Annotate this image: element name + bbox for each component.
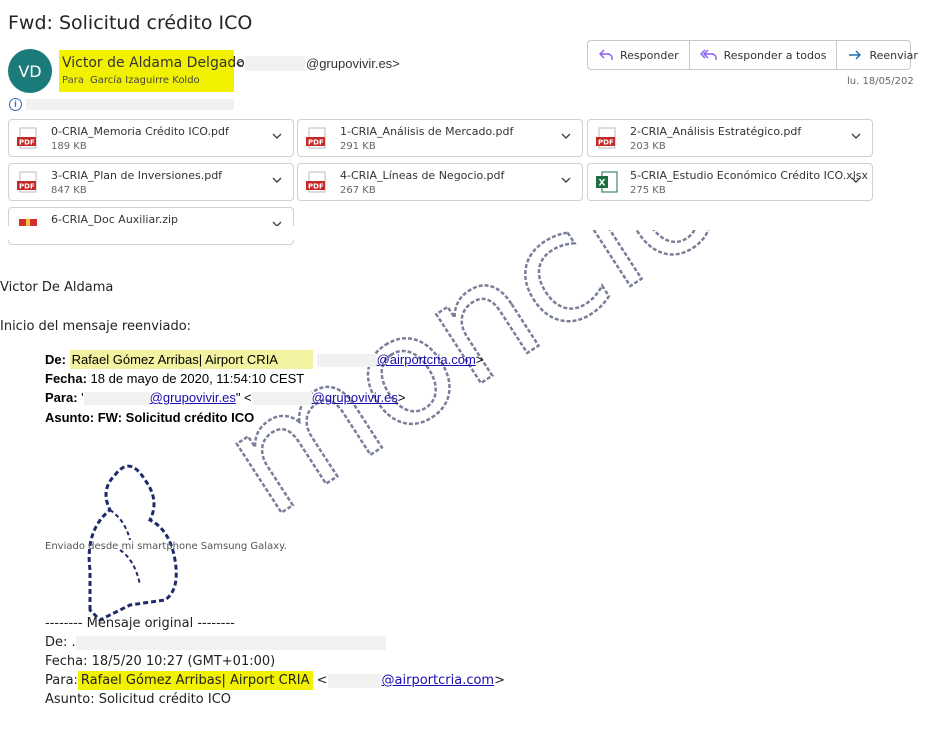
email-subject: Fwd: Solicitud crédito ICO [8, 12, 253, 34]
attachment-size: 291 KB [340, 141, 376, 152]
reply-all-icon [699, 49, 717, 60]
svg-text:PDF: PDF [308, 183, 324, 191]
fwd-to-sep: " < [235, 390, 252, 405]
orig-date-line: Fecha: 18/5/20 10:27 (GMT+01:00) [45, 654, 276, 669]
fwd-from-name: Rafael Gómez Arribas| Airport CRIA [69, 350, 313, 369]
attachment-name: 3-CRIA_Plan de Inversiones.pdf [51, 169, 223, 182]
received-date: lu. 18/05/202 [847, 76, 914, 87]
attachment-size: 275 KB [630, 185, 666, 196]
sender-email-open: < [236, 56, 244, 71]
orig-from-line: De: . [45, 635, 386, 650]
attachment-name: 4-CRIA_Líneas de Negocio.pdf [340, 169, 505, 182]
orig-to-name: Rafael Gómez Arribas| Airport CRIA [77, 671, 313, 690]
fwd-date-line: Fecha: 18 de mayo de 2020, 11:54:10 CEST [45, 371, 304, 386]
fwd-date-value: 18 de mayo de 2020, 11:54:10 CEST [90, 371, 305, 386]
fwd-subject-value: FW: Solicitud crédito ICO [97, 410, 255, 425]
attachment-name: 0-CRIA_Memoria Crédito ICO.pdf [51, 125, 229, 138]
attachment-card[interactable]: PDF 1-CRIA_Análisis de Mercado.pdf 291 K… [297, 119, 583, 157]
pdf-icon: PDF [596, 127, 616, 149]
attachment-name: 6-CRIA_Doc Auxiliar.zip [51, 213, 179, 226]
greeting: Victor De Aldama [0, 280, 114, 295]
fwd-to-label: Para: [45, 390, 78, 405]
chevron-down-icon[interactable] [850, 174, 862, 186]
fwd-from-email[interactable]: @airportcria.com [377, 352, 476, 367]
svg-text:PDF: PDF [19, 139, 35, 147]
fwd-from-line: De: Rafael Gómez Arribas| Airport CRIA @… [45, 350, 484, 369]
orig-from-label: De: [45, 635, 68, 650]
info-icon[interactable]: i [9, 98, 22, 111]
fwd-to-line: Para: ' @grupovivir.es" < @grupovivir.es> [45, 390, 406, 406]
pdf-icon: PDF [17, 127, 37, 149]
reply-icon [599, 49, 613, 60]
attachment-card[interactable]: PDF 2-CRIA_Análisis Estratégico.pdf 203 … [587, 119, 873, 157]
chevron-down-icon[interactable] [850, 130, 862, 142]
attachment-name: 1-CRIA_Análisis de Mercado.pdf [340, 125, 514, 138]
redaction [251, 392, 312, 406]
reply-label: Responder [620, 48, 679, 62]
attachment-card[interactable]: X 5-CRIA_Estudio Económico Crédito ICO.x… [587, 163, 873, 201]
orig-subject-line: Asunto: Solicitud crédito ICO [45, 692, 232, 707]
forward-label: Reenviar [869, 48, 918, 62]
attachment-card[interactable]: PDF 4-CRIA_Líneas de Negocio.pdf 267 KB [297, 163, 583, 201]
redaction [245, 56, 305, 71]
fwd-to-email-2[interactable]: @grupovivir.es [312, 390, 398, 405]
attachment-card[interactable]: PDF 3-CRIA_Plan de Inversiones.pdf 847 K… [8, 163, 294, 201]
pdf-icon: PDF [306, 127, 326, 149]
attachment-size: 189 KB [51, 141, 87, 152]
attachment-size: 203 KB [630, 141, 666, 152]
reply-all-label: Responder a todos [723, 48, 827, 62]
attachment-size: 267 KB [340, 185, 376, 196]
reply-button[interactable]: Responder [588, 41, 690, 69]
orig-to-email[interactable]: @airportcria.com [382, 673, 495, 688]
orig-to-label: Para: [45, 673, 78, 688]
svg-text:PDF: PDF [19, 183, 35, 191]
avatar[interactable]: VD [8, 49, 52, 93]
redaction [75, 635, 386, 650]
redaction [26, 99, 234, 110]
svg-text:X: X [599, 179, 606, 189]
forwarded-intro: Inicio del mensaje reenviado: [0, 319, 192, 334]
redaction [327, 673, 382, 688]
chevron-down-icon[interactable] [271, 130, 283, 142]
fwd-date-label: Fecha: [45, 371, 87, 386]
pdf-icon: PDF [306, 171, 326, 193]
reply-all-button[interactable]: Responder a todos [690, 41, 838, 69]
excel-icon: X [596, 171, 618, 193]
redaction [83, 392, 150, 406]
forward-icon [849, 50, 862, 60]
fwd-subject-label: Asunto: [45, 410, 95, 425]
chevron-down-icon[interactable] [271, 174, 283, 186]
fwd-from-label: De: [45, 352, 66, 367]
attachment-card[interactable]: PDF 0-CRIA_Memoria Crédito ICO.pdf 189 K… [8, 119, 294, 157]
sender-email: @grupovivir.es> [306, 56, 400, 71]
forward-button[interactable]: Reenviar [837, 41, 928, 69]
chevron-down-icon[interactable] [560, 130, 572, 142]
chevron-down-icon[interactable] [560, 174, 572, 186]
sent-from-signature: Enviado desde mi smartphone Samsung Gala… [45, 541, 287, 552]
moncloa-watermark: moncloa [87, 230, 828, 622]
recipient-line: Para García Izaguirre Koldo [62, 75, 200, 86]
to-value[interactable]: García Izaguirre Koldo [90, 75, 200, 86]
svg-text:PDF: PDF [308, 139, 324, 147]
redaction [316, 354, 377, 368]
sender-name[interactable]: Victor de Aldama Delgado [62, 55, 245, 71]
svg-text:PDF: PDF [598, 139, 614, 147]
attachment-name: 5-CRIA_Estudio Económico Crédito ICO.xls… [630, 169, 869, 182]
original-separator: -------- Mensaje original -------- [45, 616, 235, 631]
orig-to-line: Para: Rafael Gómez Arribas| Airport CRIA … [45, 671, 505, 690]
to-label: Para [62, 75, 84, 86]
attachment-size: 847 KB [51, 185, 87, 196]
orig-to-open: < [312, 673, 328, 688]
message-actions: Responder Responder a todos Reenviar [587, 40, 918, 70]
attachment-name: 2-CRIA_Análisis Estratégico.pdf [630, 125, 802, 138]
fwd-subject-line: Asunto: FW: Solicitud crédito ICO [45, 410, 254, 425]
fwd-to-email[interactable]: @grupovivir.es [150, 390, 236, 405]
pdf-icon: PDF [17, 171, 37, 193]
